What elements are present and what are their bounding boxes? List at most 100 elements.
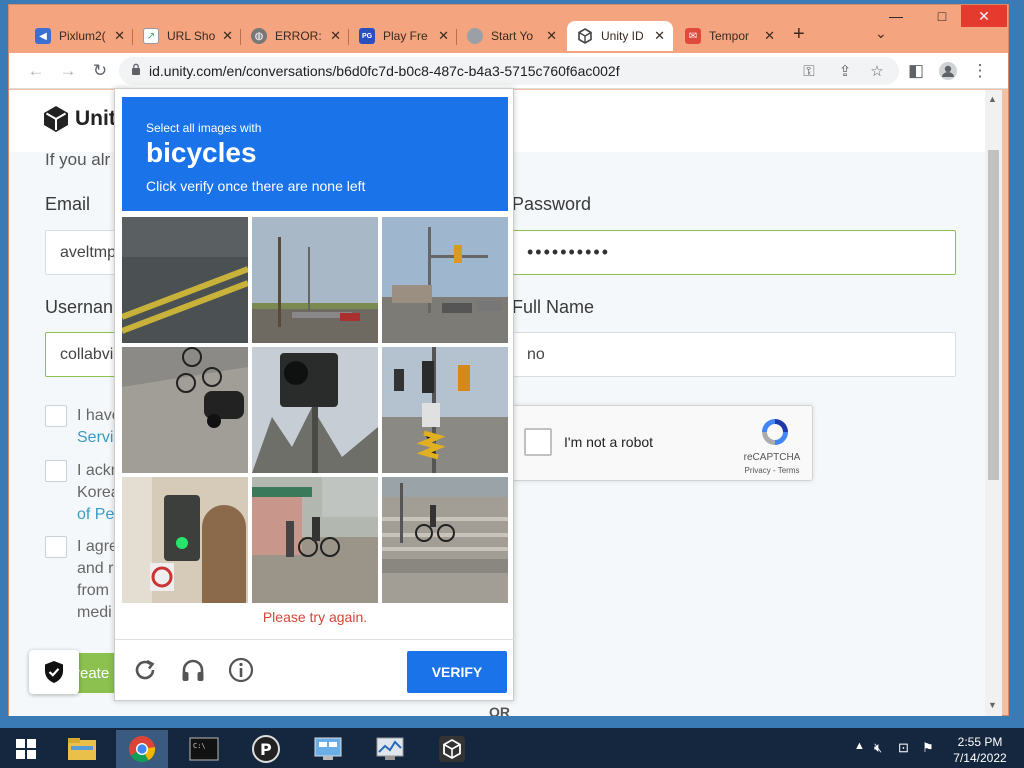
shield-check-icon: [45, 661, 63, 683]
page-scrollbar[interactable]: ▲ ▼: [985, 90, 1002, 716]
email-label: Email: [45, 194, 91, 214]
forward-icon[interactable]: →: [57, 60, 79, 82]
close-tab-icon[interactable]: ✕: [654, 28, 665, 44]
side-panel-icon[interactable]: ◧: [905, 60, 927, 82]
privacy-checkbox[interactable]: [45, 460, 67, 482]
reload-challenge-icon[interactable]: [131, 656, 159, 684]
captcha-tile[interactable]: [252, 217, 378, 343]
info-icon[interactable]: [227, 656, 255, 684]
captcha-tile[interactable]: [382, 217, 508, 343]
star-icon[interactable]: ☆: [867, 61, 887, 81]
captcha-tile[interactable]: [382, 477, 508, 603]
or-divider-label: OR: [489, 704, 510, 716]
monitor-app-button[interactable]: [364, 730, 416, 768]
svg-text:P: P: [260, 740, 272, 759]
new-tab-button[interactable]: +: [793, 23, 805, 46]
unity-logo-icon: [44, 106, 68, 132]
password-label: Password: [512, 194, 592, 214]
play-free-icon: PG: [359, 28, 375, 44]
unity-hub-button[interactable]: [426, 730, 478, 768]
marketing-checkbox[interactable]: [45, 536, 67, 558]
performance-monitor-icon: [376, 737, 404, 760]
recaptcha-checkbox[interactable]: [524, 428, 552, 456]
captcha-image-grid: [122, 217, 508, 603]
unity-hub-icon: [439, 736, 465, 762]
recaptcha-logo-icon: [762, 419, 788, 445]
notification-flag-icon[interactable]: ⚑: [922, 740, 934, 756]
taskbar-clock[interactable]: 2:55 PM 7/14/2022: [948, 734, 1012, 766]
command-prompt-button[interactable]: C:\: [178, 730, 230, 768]
verify-button[interactable]: VERIFY: [407, 651, 507, 693]
file-explorer-button[interactable]: [56, 730, 108, 768]
captcha-tile[interactable]: [122, 477, 248, 603]
fullname-label: Full Name: [512, 297, 595, 317]
unity-logo: Unit: [43, 105, 116, 133]
audio-challenge-icon[interactable]: [179, 656, 207, 684]
tab-pixlum[interactable]: ◀ Pixlum2( ✕: [25, 21, 133, 51]
scrollbar-thumb[interactable]: [988, 150, 999, 480]
recaptcha-terms-link[interactable]: Privacy - Terms: [737, 466, 807, 475]
volume-muted-icon[interactable]: 🔇︎: [874, 740, 882, 756]
reload-icon[interactable]: ↻: [89, 60, 111, 82]
windows-logo-icon: [16, 739, 36, 759]
marketing-text: I agre and r from medi: [77, 538, 118, 621]
close-window-button[interactable]: ✕: [961, 5, 1007, 27]
tab-error[interactable]: ◍ ERROR: ✕: [241, 21, 349, 51]
back-icon[interactable]: ←: [25, 60, 47, 82]
chrome-taskbar-button[interactable]: [116, 730, 168, 768]
minimize-button[interactable]: —: [875, 5, 917, 27]
control-panel-button[interactable]: [302, 730, 354, 768]
pdf-app-button[interactable]: P: [240, 730, 292, 768]
app-p-icon: P: [252, 735, 280, 763]
recaptcha-badge[interactable]: [29, 650, 79, 694]
captcha-challenge-dialog: Select all images with bicycles Click ve…: [114, 88, 515, 701]
start-icon: [467, 28, 483, 44]
password-field[interactable]: ••••••••••: [512, 230, 956, 275]
captcha-tile[interactable]: [122, 347, 248, 473]
captcha-instructions: Select all images with bicycles Click ve…: [122, 97, 508, 211]
pixlum-icon: ◀: [35, 28, 51, 44]
tab-start[interactable]: Start Yo ✕: [457, 21, 565, 51]
profile-avatar-icon[interactable]: [937, 60, 959, 82]
url-shortener-icon: ↗: [143, 28, 159, 44]
scroll-up-icon[interactable]: ▲: [988, 94, 997, 104]
menu-kebab-icon[interactable]: ⋮: [969, 60, 991, 82]
terminal-icon: C:\: [189, 737, 219, 761]
close-tab-icon[interactable]: ✕: [438, 28, 449, 44]
close-tab-icon[interactable]: ✕: [114, 28, 125, 44]
fullname-field[interactable]: no: [512, 332, 956, 377]
close-tab-icon[interactable]: ✕: [764, 28, 775, 44]
tray-expand-icon[interactable]: ▲: [854, 740, 865, 752]
captcha-target-word: bicycles: [146, 137, 257, 168]
signin-hint-text: If you alr: [45, 150, 111, 169]
scroll-down-icon[interactable]: ▼: [988, 700, 997, 710]
captcha-tile[interactable]: [122, 217, 248, 343]
captcha-tile[interactable]: [382, 347, 508, 473]
share-icon[interactable]: ⇪: [835, 61, 855, 81]
tab-temp-mail[interactable]: ✉ Tempor ✕: [675, 21, 783, 51]
lock-icon: [132, 63, 140, 75]
close-tab-icon[interactable]: ✕: [546, 28, 557, 44]
unity-icon: [577, 28, 593, 44]
start-button[interactable]: [0, 730, 52, 768]
maximize-button[interactable]: □: [921, 5, 963, 27]
key-icon[interactable]: ⚿: [799, 61, 819, 81]
close-tab-icon[interactable]: ✕: [222, 28, 233, 44]
mail-icon: ✉: [685, 28, 701, 44]
tab-url-shortener[interactable]: ↗ URL Sho ✕: [133, 21, 241, 51]
address-bar[interactable]: id.unity.com/en/conversations/b6d0fc7d-b…: [119, 57, 899, 85]
network-icon[interactable]: ⊡: [898, 740, 909, 756]
captcha-tile[interactable]: [252, 477, 378, 603]
tab-play-free[interactable]: PG Play Fre ✕: [349, 21, 457, 51]
captcha-tile[interactable]: [252, 347, 378, 473]
url-text: id.unity.com/en/conversations/b6d0fc7d-b…: [149, 63, 620, 79]
tab-strip: ◀ Pixlum2( ✕ ↗ URL Sho ✕ ◍ ERROR: ✕ PG P…: [9, 5, 1008, 53]
close-tab-icon[interactable]: ✕: [330, 28, 341, 44]
tab-unity-id[interactable]: Unity ID ✕: [567, 21, 673, 51]
terms-checkbox[interactable]: [45, 405, 67, 427]
control-panel-icon: [314, 737, 342, 760]
svg-text:C:\: C:\: [193, 742, 206, 750]
username-label: Usernan: [45, 297, 114, 317]
windows-taskbar: C:\ P ▲ 🔇︎ ⊡ ⚑ 2:55 PM 7/14/2022: [0, 728, 1024, 768]
tab-search-chevron-icon[interactable]: ⌄: [875, 25, 887, 42]
